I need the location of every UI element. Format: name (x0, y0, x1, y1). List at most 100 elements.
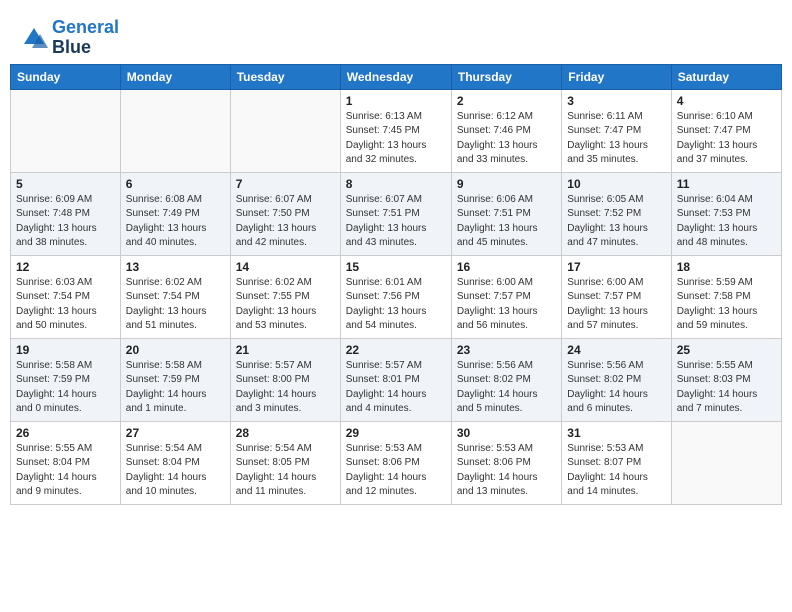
calendar-cell: 27 Sunrise: 5:54 AM Sunset: 8:04 PM Dayli… (120, 421, 230, 504)
day-number: 2 (457, 94, 556, 108)
calendar-cell: 7Sunrise: 6:07 AM Sunset: 7:50 PM Daylig… (230, 172, 340, 255)
day-info: Sunrise: 6:03 AM Sunset: 7:54 PM Dayligh… (16, 276, 115, 334)
day-info: Sunrise: 6:02 AM Sunset: 7:55 PM Dayligh… (236, 276, 335, 334)
day-number: 9 (457, 177, 556, 191)
logo-text: General Blue (52, 18, 119, 58)
calendar-cell (671, 421, 781, 504)
day-header-wednesday: Wednesday (340, 64, 451, 89)
calendar-cell: 30Sunrise: 5:53 AM Sunset: 8:06 PM Dayli… (451, 421, 561, 504)
day-info: Sunrise: 5:58 AM Sunset: 7:59 PM Dayligh… (126, 359, 225, 417)
day-number: 18 (677, 260, 776, 274)
day-header-monday: Monday (120, 64, 230, 89)
calendar-cell (230, 89, 340, 172)
day-info: Sunrise: 6:08 AM Sunset: 7:49 PM Dayligh… (126, 193, 225, 251)
day-header-tuesday: Tuesday (230, 64, 340, 89)
day-info: Sunrise: 6:02 AM Sunset: 7:54 PM Dayligh… (126, 276, 225, 334)
calendar-cell: 25 Sunrise: 5:55 AM Sunset: 8:03 PM Dayli… (671, 338, 781, 421)
day-number: 20 (126, 343, 225, 357)
calendar-cell: 16 Sunrise: 6:00 AM Sunset: 7:57 PM Dayli… (451, 255, 561, 338)
day-info: Sunrise: 5:56 AM Sunset: 8:02 PM Dayligh… (457, 359, 556, 417)
day-number: 16 (457, 260, 556, 274)
calendar-cell: 5Sunrise: 6:09 AM Sunset: 7:48 PM Daylig… (11, 172, 121, 255)
calendar-cell: 29Sunrise: 5:53 AM Sunset: 8:06 PM Dayli… (340, 421, 451, 504)
day-info: Sunrise: 5:54 AM Sunset: 8:04 PM Dayligh… (126, 442, 225, 500)
calendar-cell: 31Sunrise: 5:53 AM Sunset: 8:07 PM Dayli… (562, 421, 671, 504)
calendar-week-2: 5Sunrise: 6:09 AM Sunset: 7:48 PM Daylig… (11, 172, 782, 255)
calendar-table: SundayMondayTuesdayWednesdayThursdayFrid… (10, 64, 782, 505)
day-info: Sunrise: 6:07 AM Sunset: 7:51 PM Dayligh… (346, 193, 446, 251)
calendar-cell: 1 Sunrise: 6:13 AM Sunset: 7:45 PM Daylig… (340, 89, 451, 172)
day-info: Sunrise: 6:13 AM Sunset: 7:45 PM Dayligh… (346, 110, 446, 168)
day-number: 12 (16, 260, 115, 274)
day-info: Sunrise: 5:55 AM Sunset: 8:03 PM Dayligh… (677, 359, 776, 417)
calendar-cell: 17 Sunrise: 6:00 AM Sunset: 7:57 PM Dayli… (562, 255, 671, 338)
calendar-cell: 15 Sunrise: 6:01 AM Sunset: 7:56 PM Dayli… (340, 255, 451, 338)
day-number: 30 (457, 426, 556, 440)
logo: General Blue (20, 18, 119, 58)
day-info: Sunrise: 5:56 AM Sunset: 8:02 PM Dayligh… (567, 359, 665, 417)
day-info: Sunrise: 6:06 AM Sunset: 7:51 PM Dayligh… (457, 193, 556, 251)
day-number: 3 (567, 94, 665, 108)
day-number: 1 (346, 94, 446, 108)
day-number: 10 (567, 177, 665, 191)
calendar-cell: 12 Sunrise: 6:03 AM Sunset: 7:54 PM Dayli… (11, 255, 121, 338)
calendar-cell (120, 89, 230, 172)
day-number: 13 (126, 260, 225, 274)
calendar-week-5: 26Sunrise: 5:55 AM Sunset: 8:04 PM Dayli… (11, 421, 782, 504)
day-info: Sunrise: 6:12 AM Sunset: 7:46 PM Dayligh… (457, 110, 556, 168)
calendar-cell: 18 Sunrise: 5:59 AM Sunset: 7:58 PM Dayli… (671, 255, 781, 338)
calendar-cell: 22 Sunrise: 5:57 AM Sunset: 8:01 PM Dayli… (340, 338, 451, 421)
day-info: Sunrise: 5:57 AM Sunset: 8:00 PM Dayligh… (236, 359, 335, 417)
day-number: 27 (126, 426, 225, 440)
day-info: Sunrise: 6:10 AM Sunset: 7:47 PM Dayligh… (677, 110, 776, 168)
day-number: 6 (126, 177, 225, 191)
page-header: General Blue (10, 10, 782, 64)
day-info: Sunrise: 6:09 AM Sunset: 7:48 PM Dayligh… (16, 193, 115, 251)
calendar-cell: 21 Sunrise: 5:57 AM Sunset: 8:00 PM Dayli… (230, 338, 340, 421)
calendar-cell: 4 Sunrise: 6:10 AM Sunset: 7:47 PM Daylig… (671, 89, 781, 172)
day-info: Sunrise: 5:57 AM Sunset: 8:01 PM Dayligh… (346, 359, 446, 417)
day-info: Sunrise: 6:11 AM Sunset: 7:47 PM Dayligh… (567, 110, 665, 168)
day-info: Sunrise: 6:04 AM Sunset: 7:53 PM Dayligh… (677, 193, 776, 251)
day-number: 11 (677, 177, 776, 191)
day-number: 21 (236, 343, 335, 357)
day-number: 22 (346, 343, 446, 357)
calendar-cell: 20 Sunrise: 5:58 AM Sunset: 7:59 PM Dayli… (120, 338, 230, 421)
calendar-cell: 28Sunrise: 5:54 AM Sunset: 8:05 PM Dayli… (230, 421, 340, 504)
calendar-cell: 8 Sunrise: 6:07 AM Sunset: 7:51 PM Daylig… (340, 172, 451, 255)
day-number: 7 (236, 177, 335, 191)
calendar-week-4: 19 Sunrise: 5:58 AM Sunset: 7:59 PM Dayli… (11, 338, 782, 421)
day-info: Sunrise: 5:59 AM Sunset: 7:58 PM Dayligh… (677, 276, 776, 334)
day-number: 23 (457, 343, 556, 357)
day-number: 17 (567, 260, 665, 274)
day-number: 19 (16, 343, 115, 357)
day-header-sunday: Sunday (11, 64, 121, 89)
calendar-cell: 2 Sunrise: 6:12 AM Sunset: 7:46 PM Daylig… (451, 89, 561, 172)
day-number: 15 (346, 260, 446, 274)
calendar-cell: 26Sunrise: 5:55 AM Sunset: 8:04 PM Dayli… (11, 421, 121, 504)
day-header-friday: Friday (562, 64, 671, 89)
day-info: Sunrise: 6:05 AM Sunset: 7:52 PM Dayligh… (567, 193, 665, 251)
calendar-cell: 10 Sunrise: 6:05 AM Sunset: 7:52 PM Dayli… (562, 172, 671, 255)
calendar-cell: 13 Sunrise: 6:02 AM Sunset: 7:54 PM Dayli… (120, 255, 230, 338)
calendar-cell (11, 89, 121, 172)
day-number: 14 (236, 260, 335, 274)
day-number: 24 (567, 343, 665, 357)
day-number: 25 (677, 343, 776, 357)
day-number: 8 (346, 177, 446, 191)
day-info: Sunrise: 6:00 AM Sunset: 7:57 PM Dayligh… (457, 276, 556, 334)
calendar-cell: 11 Sunrise: 6:04 AM Sunset: 7:53 PM Dayli… (671, 172, 781, 255)
calendar-cell: 24 Sunrise: 5:56 AM Sunset: 8:02 PM Dayli… (562, 338, 671, 421)
calendar-cell: 9 Sunrise: 6:06 AM Sunset: 7:51 PM Daylig… (451, 172, 561, 255)
calendar-cell: 14 Sunrise: 6:02 AM Sunset: 7:55 PM Dayli… (230, 255, 340, 338)
day-number: 4 (677, 94, 776, 108)
day-info: Sunrise: 6:01 AM Sunset: 7:56 PM Dayligh… (346, 276, 446, 334)
day-info: Sunrise: 5:53 AM Sunset: 8:06 PM Dayligh… (346, 442, 446, 500)
day-info: Sunrise: 5:55 AM Sunset: 8:04 PM Dayligh… (16, 442, 115, 500)
day-header-thursday: Thursday (451, 64, 561, 89)
logo-icon (20, 24, 48, 52)
calendar-week-1: 1 Sunrise: 6:13 AM Sunset: 7:45 PM Daylig… (11, 89, 782, 172)
calendar-cell: 19Sunrise: 5:58 AM Sunset: 7:59 PM Dayli… (11, 338, 121, 421)
day-info: Sunrise: 6:00 AM Sunset: 7:57 PM Dayligh… (567, 276, 665, 334)
calendar-week-3: 12 Sunrise: 6:03 AM Sunset: 7:54 PM Dayli… (11, 255, 782, 338)
